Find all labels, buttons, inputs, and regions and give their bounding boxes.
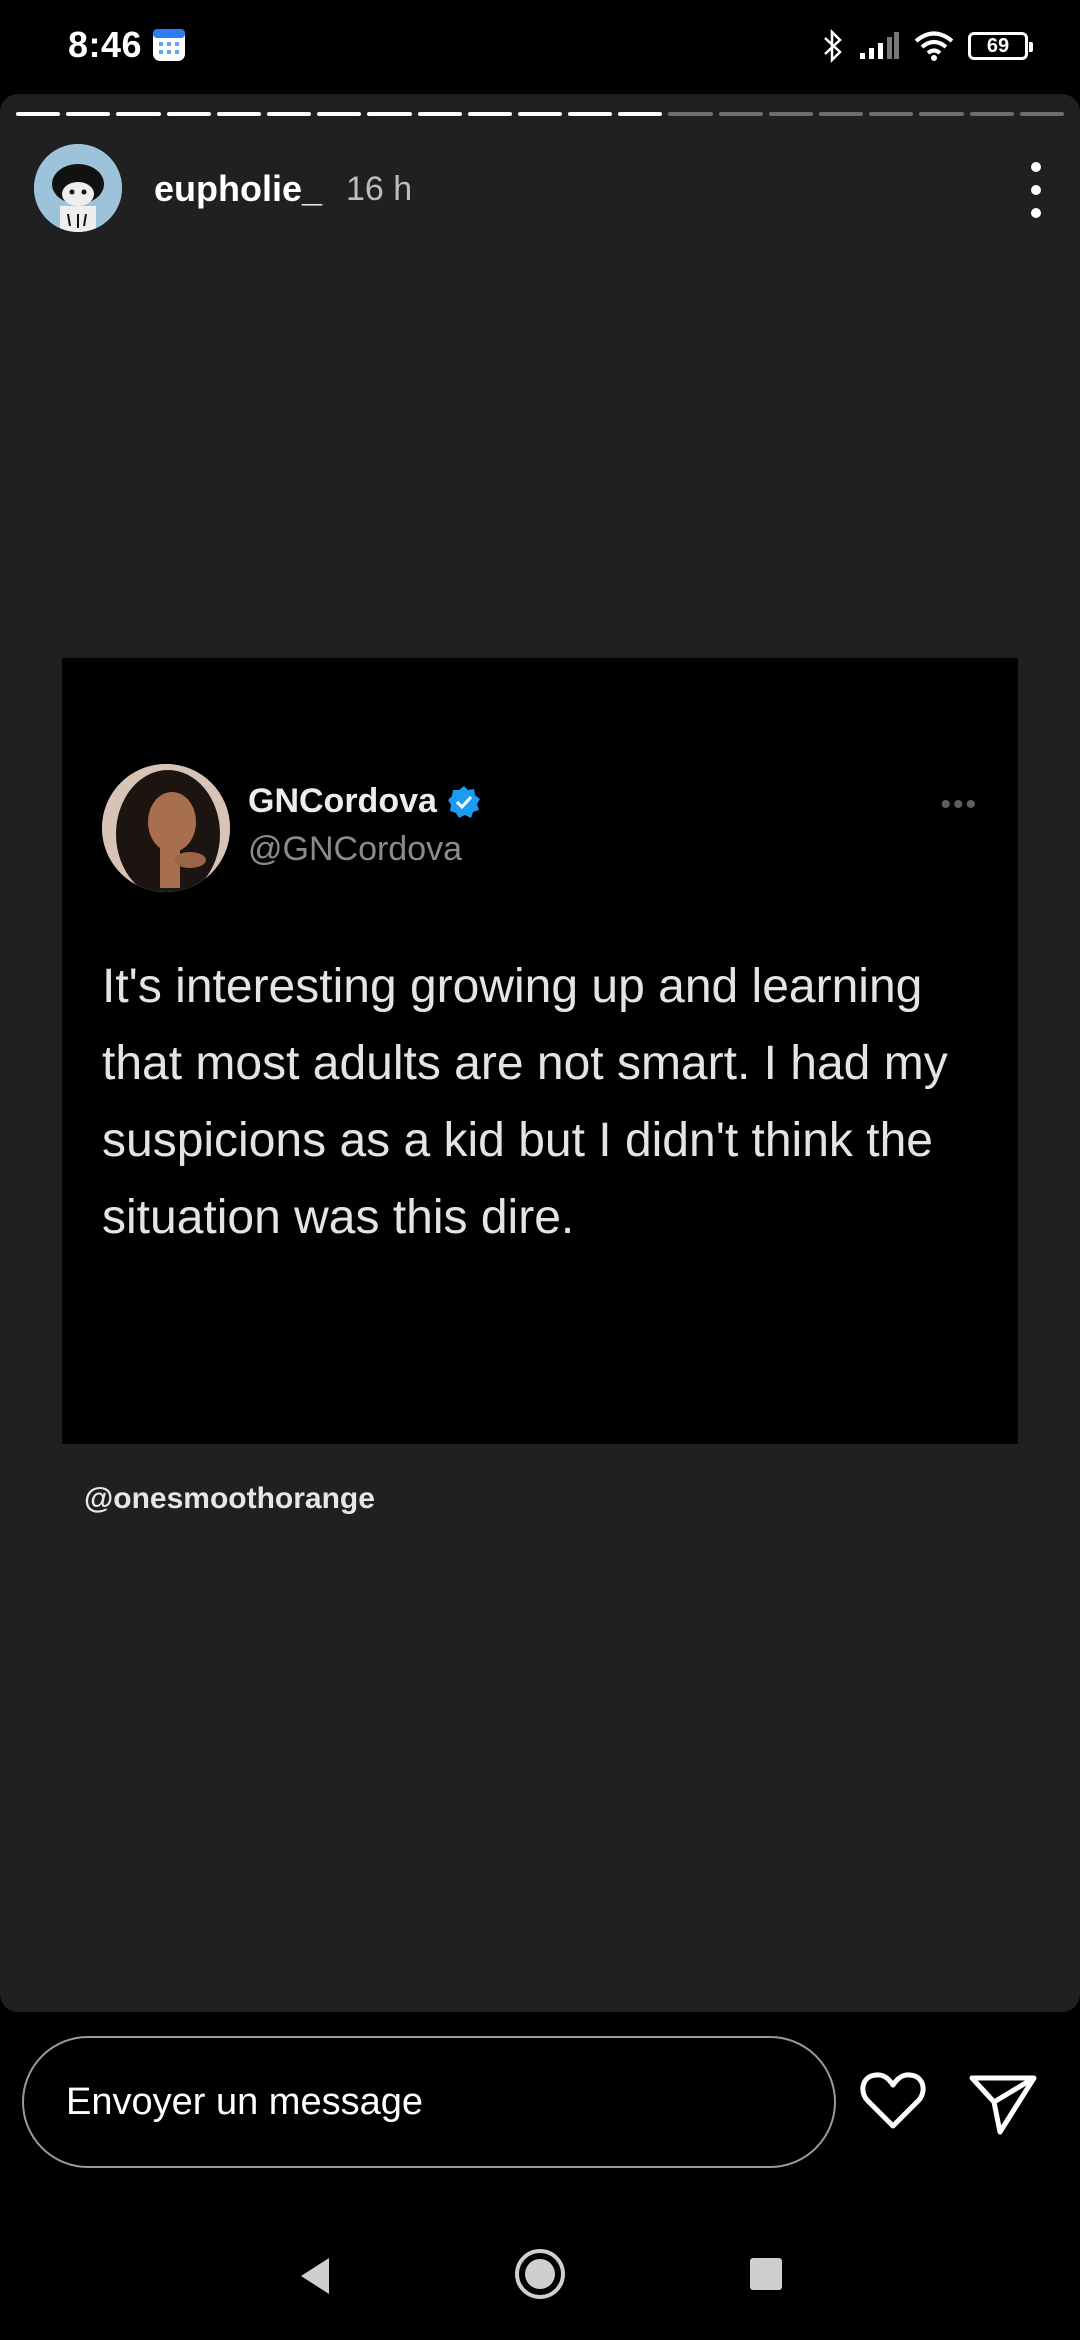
tweet-author: GNCordova xyxy=(248,782,481,821)
system-icons: 69 xyxy=(822,26,1033,66)
tweet-avatar xyxy=(102,764,230,892)
story-progress-bar xyxy=(16,112,1064,116)
tweet-avatar-image xyxy=(102,764,230,892)
progress-segment xyxy=(969,112,1014,116)
story-time: 16 h xyxy=(346,170,413,208)
tweet-author-handle: @GNCordova xyxy=(248,830,463,868)
avatar[interactable] xyxy=(34,144,122,232)
progress-segment xyxy=(417,112,462,116)
tweet-screenshot: GNCordova @GNCordova ••• It's interestin… xyxy=(62,658,1018,1444)
bluetooth-icon xyxy=(824,28,842,64)
signal-icon xyxy=(860,32,899,59)
progress-segment xyxy=(768,112,813,116)
story-header: eupholie_ 16 h xyxy=(34,144,1046,234)
avatar-image xyxy=(34,144,122,232)
progress-segment xyxy=(16,112,61,116)
progress-segment xyxy=(317,112,362,116)
wifi-icon xyxy=(914,31,954,61)
credit-mention[interactable]: @onesmoothorange xyxy=(84,1482,375,1516)
progress-segment xyxy=(467,112,512,116)
clock: 8:46 xyxy=(68,24,143,65)
progress-segment xyxy=(517,112,563,116)
progress-segment xyxy=(919,112,964,116)
progress-segment xyxy=(266,112,312,116)
more-options-icon[interactable] xyxy=(1026,162,1046,218)
progress-segment xyxy=(216,112,261,116)
progress-segment xyxy=(819,112,864,116)
back-icon[interactable] xyxy=(295,2255,335,2297)
recents-icon[interactable] xyxy=(750,2258,782,2290)
story-viewer[interactable]: eupholie_ 16 h GNCordova @GNCordova ••• … xyxy=(0,94,1080,2012)
progress-segment xyxy=(367,112,412,116)
progress-segment xyxy=(568,112,613,116)
progress-segment xyxy=(718,112,763,116)
send-icon[interactable] xyxy=(966,2066,1040,2140)
progress-segment xyxy=(116,112,161,116)
progress-segment xyxy=(869,112,914,116)
calendar-icon xyxy=(153,29,185,61)
android-navigation-bar xyxy=(0,2230,1080,2340)
heart-icon[interactable] xyxy=(858,2066,928,2136)
status-bar: 8:46 69 xyxy=(0,0,1080,94)
progress-segment xyxy=(66,112,111,116)
progress-segment xyxy=(166,112,211,116)
battery-icon: 69 xyxy=(968,32,1033,60)
message-input[interactable]: Envoyer un message xyxy=(22,2036,836,2168)
tweet-author-name: GNCordova xyxy=(248,782,437,820)
verified-badge-icon xyxy=(447,785,480,818)
progress-segment xyxy=(668,112,713,116)
tweet-more-icon: ••• xyxy=(940,788,978,821)
progress-segment xyxy=(1019,112,1064,116)
story-username[interactable]: eupholie_ xyxy=(154,168,322,210)
tweet-text: It's interesting growing up and learning… xyxy=(102,960,948,1244)
progress-segment xyxy=(618,112,663,116)
home-icon[interactable] xyxy=(513,2247,567,2301)
